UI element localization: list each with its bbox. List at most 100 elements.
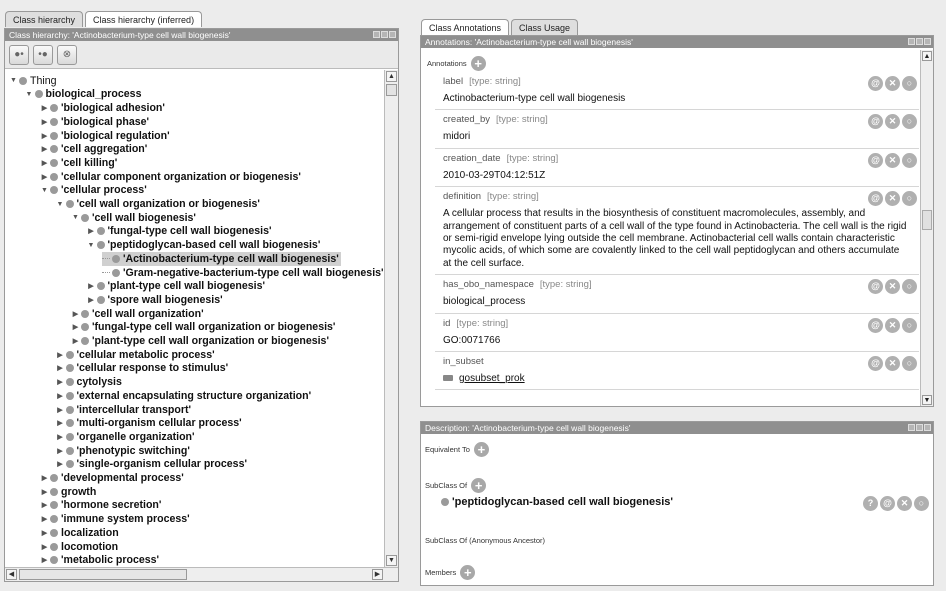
tree-node[interactable]: ▶ cytolysis bbox=[56, 375, 122, 389]
annotations-scrollbar[interactable]: ▲ ▼ bbox=[920, 50, 933, 406]
expand-triangle-icon[interactable]: ▶ bbox=[56, 460, 65, 468]
tree-node[interactable]: ▶ 'cellular metabolic process' bbox=[56, 348, 214, 362]
tree-node[interactable]: ▼ 'cell wall organization or biogenesis' bbox=[56, 197, 260, 211]
tree-vertical-scrollbar[interactable]: ▲ ▼ bbox=[384, 70, 398, 567]
tab-class-usage[interactable]: Class Usage bbox=[511, 19, 579, 35]
explain-button[interactable]: ? bbox=[863, 496, 878, 511]
tree-node[interactable]: ▼ 'peptidoglycan-based cell wall biogenes… bbox=[87, 238, 321, 252]
annotate-button[interactable]: @ bbox=[868, 76, 883, 91]
window-minimize-button[interactable] bbox=[916, 424, 923, 431]
expand-triangle-icon[interactable]: ▶ bbox=[40, 515, 49, 523]
tree-node[interactable]: ▶ 'single-organism cellular process' bbox=[56, 458, 247, 472]
expand-triangle-icon[interactable]: ▶ bbox=[40, 474, 49, 482]
scroll-down-arrow-icon[interactable]: ▼ bbox=[386, 555, 397, 566]
edit-button[interactable]: ○ bbox=[902, 279, 917, 295]
class-tree[interactable]: ▼ Thing ▼ biological_process ▶ 'biological ad… bbox=[5, 70, 384, 567]
edit-button[interactable]: ○ bbox=[902, 114, 917, 130]
tree-node[interactable]: ▼ 'cell wall biogenesis' bbox=[71, 211, 196, 225]
window-close-button[interactable] bbox=[924, 424, 931, 431]
annotate-button[interactable]: @ bbox=[868, 279, 883, 295]
collapse-triangle-icon[interactable]: ▼ bbox=[25, 91, 34, 98]
expand-triangle-icon[interactable]: ▶ bbox=[40, 145, 49, 153]
window-float-button[interactable] bbox=[908, 38, 915, 45]
tree-node[interactable]: ▶ 'phenotypic switching' bbox=[56, 444, 190, 458]
scroll-thumb[interactable] bbox=[922, 210, 932, 230]
delete-button[interactable]: ✕ bbox=[897, 496, 912, 511]
tree-node[interactable]: ▶ 'cellular component organization or bio… bbox=[40, 170, 301, 184]
expand-triangle-icon[interactable]: ▶ bbox=[40, 132, 49, 140]
annotate-button[interactable]: @ bbox=[868, 114, 883, 130]
window-minimize-button[interactable] bbox=[381, 31, 388, 38]
window-float-button[interactable] bbox=[908, 424, 915, 431]
tree-horizontal-scrollbar[interactable]: ◀ ▶ bbox=[5, 567, 398, 581]
add-sibling-button[interactable]: •● bbox=[33, 44, 53, 65]
expand-triangle-icon[interactable]: ▶ bbox=[56, 364, 65, 372]
tree-node[interactable]: ▶ 'developmental process' bbox=[40, 471, 184, 485]
expand-triangle-icon[interactable]: ▶ bbox=[56, 447, 65, 455]
expand-triangle-icon[interactable]: ▶ bbox=[40, 529, 49, 537]
tree-node[interactable]: ▶ 'spore wall biogenesis' bbox=[87, 293, 222, 307]
delete-button[interactable]: ✕ bbox=[885, 114, 900, 130]
tree-node[interactable]: ▶ 'external encapsulating structure organ… bbox=[56, 389, 311, 403]
annotation-value[interactable]: GO:0071766 bbox=[443, 335, 919, 347]
annotation-property[interactable]: definition [type: string] bbox=[443, 191, 919, 202]
tree-node[interactable]: ▶ 'fungal-type cell wall biogenesis' bbox=[87, 225, 271, 239]
expand-triangle-icon[interactable]: ▶ bbox=[40, 173, 49, 181]
collapse-triangle-icon[interactable]: ▼ bbox=[87, 242, 96, 249]
delete-button[interactable]: ✕ bbox=[885, 76, 900, 91]
edit-button[interactable]: ○ bbox=[902, 317, 917, 333]
tree-node[interactable]: ▶ 'metabolic process' bbox=[40, 554, 159, 568]
window-float-button[interactable] bbox=[373, 31, 380, 38]
subclass-of-entry[interactable]: 'peptidoglycan-based cell wall biogenesi… bbox=[441, 496, 673, 508]
tree-node[interactable]: ▶ localization bbox=[40, 526, 119, 540]
tree-node[interactable]: ▶ 'cell killing' bbox=[40, 156, 117, 170]
expand-triangle-icon[interactable]: ▶ bbox=[40, 159, 49, 167]
expand-triangle-icon[interactable]: ▶ bbox=[71, 310, 80, 318]
tree-node[interactable]: ▶ 'fungal-type cell wall organization or … bbox=[71, 321, 336, 335]
expand-triangle-icon[interactable]: ▶ bbox=[40, 104, 49, 112]
tree-node[interactable]: ▼ 'cellular process' bbox=[40, 184, 147, 198]
tree-node[interactable]: ▶ locomotion bbox=[40, 540, 118, 554]
expand-triangle-icon[interactable]: ▶ bbox=[40, 488, 49, 496]
expand-triangle-icon[interactable]: ▶ bbox=[56, 378, 65, 386]
tree-node[interactable]: ▶ 'hormone secretion' bbox=[40, 499, 162, 513]
annotation-value[interactable]: biological_process bbox=[443, 296, 919, 308]
expand-triangle-icon[interactable]: ▶ bbox=[87, 227, 96, 235]
collapse-triangle-icon[interactable]: ▼ bbox=[40, 187, 49, 194]
annotation-property[interactable]: created_by [type: string] bbox=[443, 114, 919, 125]
window-close-button[interactable] bbox=[924, 38, 931, 45]
annotate-button[interactable]: @ bbox=[868, 191, 883, 207]
tree-node[interactable]: ▶ 'intercellular transport' bbox=[56, 403, 191, 417]
tree-node[interactable]: ▶ 'biological phase' bbox=[40, 115, 149, 129]
tree-node[interactable]: ▼ Thing bbox=[9, 74, 56, 88]
edit-button[interactable]: ○ bbox=[902, 191, 917, 207]
tree-node[interactable]: ▶ 'plant-type cell wall biogenesis' bbox=[87, 280, 265, 294]
delete-button[interactable]: ✕ bbox=[885, 356, 900, 372]
tree-node[interactable]: ▶ growth bbox=[40, 485, 97, 499]
tree-node[interactable]: ▶ 'cell aggregation' bbox=[40, 143, 147, 157]
expand-triangle-icon[interactable]: ▶ bbox=[40, 543, 49, 551]
expand-triangle-icon[interactable]: ▶ bbox=[71, 337, 80, 345]
annotation-property[interactable]: id [type: string] bbox=[443, 318, 919, 329]
expand-triangle-icon[interactable]: ▶ bbox=[40, 501, 49, 509]
collapse-triangle-icon[interactable]: ▼ bbox=[56, 201, 65, 208]
expand-triangle-icon[interactable]: ▶ bbox=[87, 296, 96, 304]
add-superclass-button[interactable]: + bbox=[471, 478, 487, 493]
collapse-triangle-icon[interactable]: ▼ bbox=[71, 214, 80, 221]
expand-triangle-icon[interactable]: ▶ bbox=[87, 282, 96, 290]
collapse-triangle-icon[interactable]: ▼ bbox=[9, 77, 18, 84]
annotate-button[interactable]: @ bbox=[868, 152, 883, 168]
expand-triangle-icon[interactable]: ▶ bbox=[40, 118, 49, 126]
annotate-button[interactable]: @ bbox=[880, 496, 895, 511]
scroll-right-arrow-icon[interactable]: ▶ bbox=[372, 569, 383, 580]
annotation-value[interactable]: gosubset_prok bbox=[443, 373, 919, 385]
add-subclass-button[interactable]: ●• bbox=[9, 44, 29, 65]
tree-node[interactable]: ▶ 'immune system process' bbox=[40, 512, 190, 526]
annotation-property[interactable]: creation_date [type: string] bbox=[443, 153, 919, 164]
delete-button[interactable]: ✕ bbox=[885, 152, 900, 168]
scroll-thumb[interactable] bbox=[386, 84, 397, 96]
expand-triangle-icon[interactable]: ▶ bbox=[71, 323, 80, 331]
tree-node-selected[interactable]: 'Actinobacterium-type cell wall biogenes… bbox=[102, 252, 341, 266]
tree-node[interactable]: ▶ 'organelle organization' bbox=[56, 430, 194, 444]
delete-class-button[interactable]: ⊗ bbox=[57, 44, 77, 65]
